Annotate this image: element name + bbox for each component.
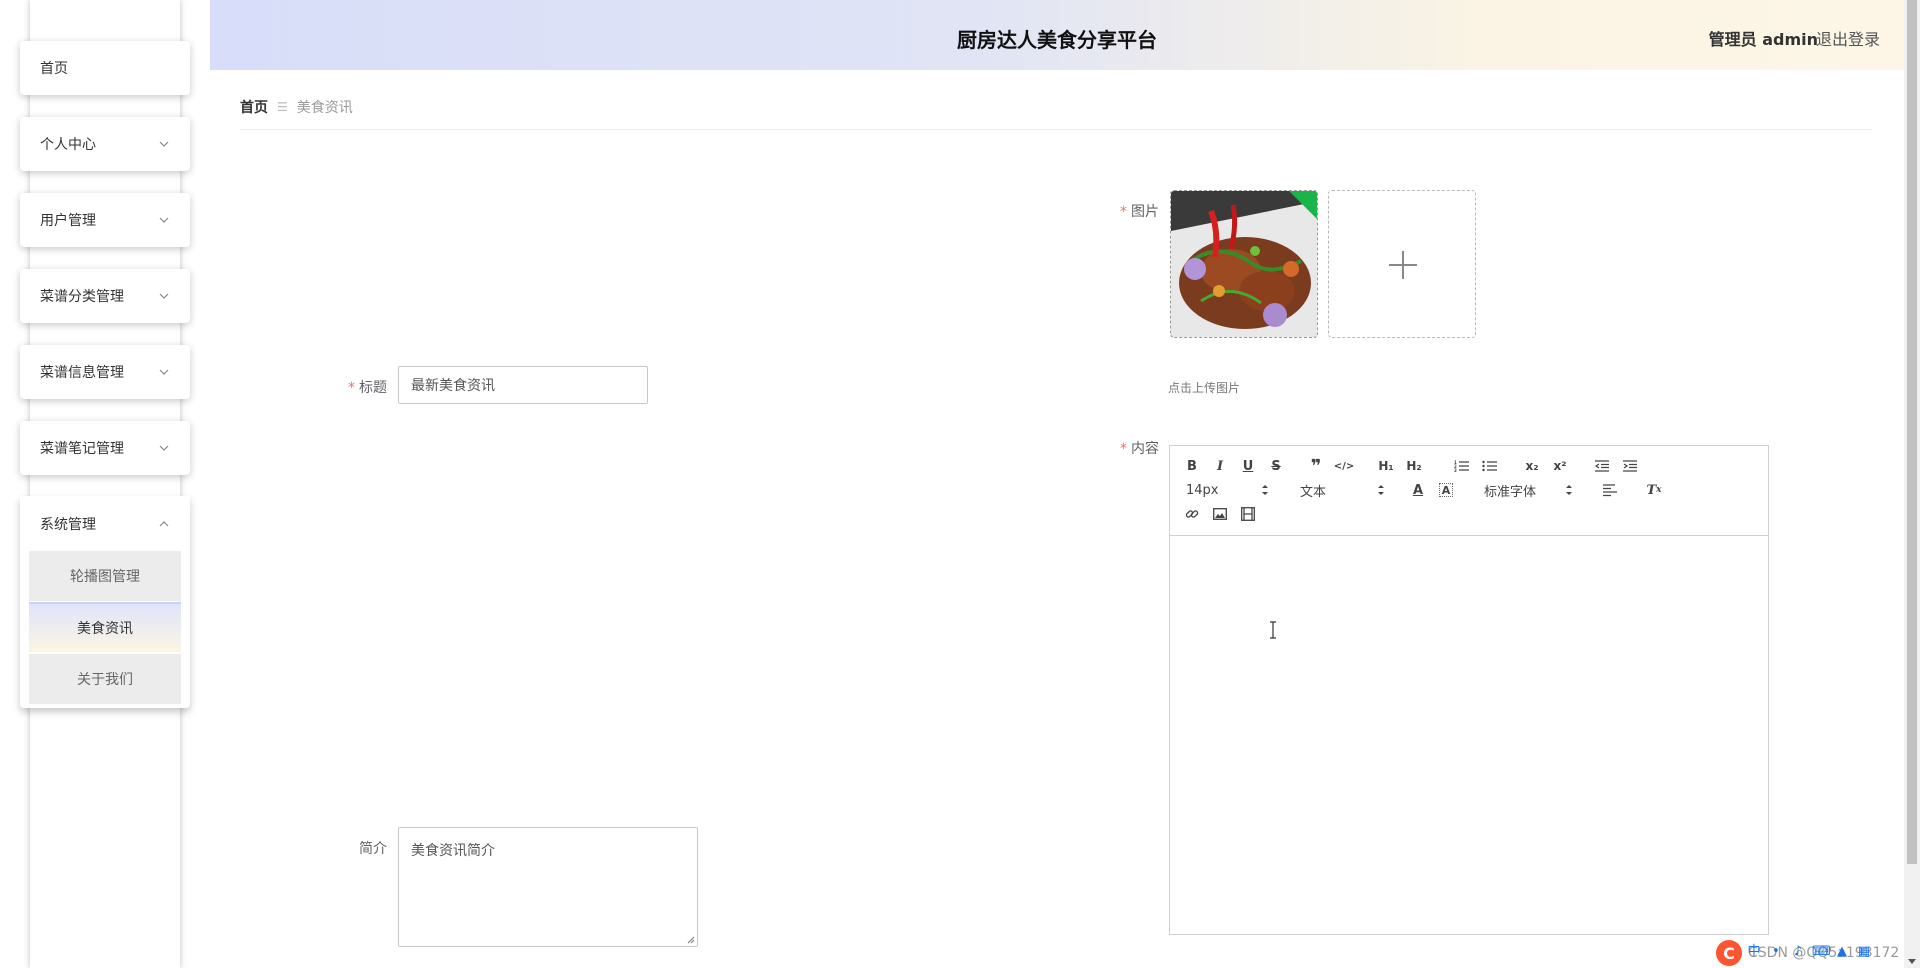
required-mark: * [1120, 441, 1127, 457]
sidebar-item-recipe-category[interactable]: 菜谱分类管理 [20, 269, 190, 323]
code-block-icon[interactable]: </> [1334, 456, 1354, 476]
chevron-down-icon [158, 366, 170, 378]
editor-content-area[interactable] [1170, 537, 1768, 934]
strikethrough-icon[interactable]: S [1266, 456, 1286, 476]
sidebar-item-system[interactable]: 系统管理 [20, 497, 190, 551]
chevron-down-icon [158, 214, 170, 226]
submenu-item-label: 轮播图管理 [70, 569, 140, 585]
align-icon[interactable] [1600, 480, 1620, 500]
header-select[interactable]: 文本 [1300, 480, 1384, 500]
heading1-icon[interactable]: H₁ [1376, 456, 1396, 476]
underline-icon[interactable]: U [1238, 456, 1258, 476]
video-icon[interactable] [1238, 504, 1258, 524]
indent-icon[interactable] [1620, 456, 1640, 476]
sidebar-item-label: 个人中心 [40, 137, 96, 153]
clear-format-icon[interactable]: Tx [1644, 480, 1664, 500]
keyboard-icon[interactable]: ⌨ [1812, 944, 1831, 960]
breadcrumb: 首页 ☰ 美食资讯 [240, 97, 353, 117]
font-color-icon[interactable]: A [1408, 480, 1428, 500]
submenu-item-carousel[interactable]: 轮播图管理 [29, 551, 181, 601]
select-arrows-icon [1262, 485, 1268, 495]
ordered-list-icon[interactable]: 123 [1452, 456, 1472, 476]
image-icon[interactable] [1210, 504, 1230, 524]
scroll-down-arrow-icon[interactable] [1908, 959, 1916, 964]
breadcrumb-current: 美食资讯 [296, 100, 353, 116]
vertical-scrollbar[interactable] [1904, 0, 1920, 968]
text-cursor-icon [1270, 621, 1276, 639]
sidebar-item-recipe-notes[interactable]: 菜谱笔记管理 [20, 421, 190, 475]
subscript-icon[interactable]: x₂ [1522, 456, 1542, 476]
select-arrows-icon [1378, 485, 1384, 495]
sidebar-item-label: 系统管理 [40, 517, 96, 533]
chevron-down-icon [158, 138, 170, 150]
sidebar-item-home[interactable]: 首页 [20, 41, 190, 95]
sidebar-item-label: 用户管理 [40, 213, 96, 229]
editor-toolbar: B I U S ❞ </> H₁ H₂ 123 x₂ x² 14px 文本 A [1170, 446, 1768, 536]
italic-icon[interactable]: I [1210, 456, 1230, 476]
svg-text:3: 3 [1454, 468, 1457, 473]
blockquote-icon[interactable]: ❞ [1306, 456, 1326, 477]
submenu-item-label: 美食资讯 [77, 621, 133, 637]
upload-tip: 点击上传图片 [1168, 381, 1241, 395]
breadcrumb-home[interactable]: 首页 [240, 97, 268, 117]
shirt-icon[interactable]: ▲ [1834, 944, 1850, 960]
chevron-down-icon [158, 290, 170, 302]
system-tray: 中 • ♪ ⌨ ▲ ▦ [1746, 944, 1872, 960]
required-mark: * [1120, 204, 1127, 220]
header-select-value: 文本 [1300, 484, 1327, 500]
chevron-up-icon [158, 518, 170, 530]
bullet-list-icon[interactable] [1480, 456, 1500, 476]
select-arrows-icon [1566, 485, 1572, 495]
sidebar-item-label: 菜谱信息管理 [40, 365, 124, 381]
logout-link[interactable]: 退出登录 [1816, 26, 1880, 50]
submenu-item-label: 关于我们 [77, 672, 133, 688]
image-label: * 图片 [1120, 204, 1159, 220]
font-family-select[interactable]: 标准字体 [1484, 480, 1572, 500]
sidebar-item-label: 菜谱分类管理 [40, 289, 124, 305]
microphone-icon[interactable]: ♪ [1790, 944, 1806, 960]
bold-icon[interactable]: B [1182, 456, 1202, 476]
csdn-logo-icon: C [1716, 940, 1742, 966]
sidebar: 首页 个人中心 用户管理 菜谱分类管理 菜谱信息管理 菜谱笔记管理 轮播图管理 … [0, 0, 210, 968]
resize-handle-icon[interactable] [687, 936, 695, 944]
sidebar-item-personal-center[interactable]: 个人中心 [20, 117, 190, 171]
background-color-icon[interactable]: A [1439, 483, 1453, 497]
app-title: 厨房达人美食分享平台 [957, 28, 1157, 52]
link-icon[interactable] [1182, 504, 1202, 524]
plus-icon-vertical [1402, 251, 1404, 279]
ime-icon[interactable]: 中 [1746, 944, 1762, 960]
title-label: * 标题 [348, 380, 387, 396]
title-input[interactable]: 最新美食资讯 [398, 366, 648, 404]
sidebar-item-label: 菜谱笔记管理 [40, 441, 124, 457]
breadcrumb-divider [240, 129, 1872, 130]
uploaded-food-image[interactable] [1170, 190, 1318, 338]
breadcrumb-separator: ☰ [277, 100, 288, 114]
summary-label: 简介 [359, 841, 387, 857]
sidebar-item-label: 首页 [40, 61, 68, 77]
sidebar-item-recipe-info[interactable]: 菜谱信息管理 [20, 345, 190, 399]
required-mark: * [348, 380, 355, 396]
superscript-icon[interactable]: x² [1550, 456, 1570, 476]
top-header: 厨房达人美食分享平台 管理员 admin 退出登录 [210, 0, 1904, 70]
punctuation-icon[interactable]: • [1768, 944, 1784, 960]
submenu-item-about-us[interactable]: 关于我们 [29, 654, 181, 704]
chevron-down-icon [158, 442, 170, 454]
title-input-value: 最新美食资讯 [411, 378, 495, 394]
upload-image-button[interactable] [1328, 190, 1476, 338]
summary-textarea-value: 美食资讯简介 [411, 843, 495, 859]
summary-textarea[interactable]: 美食资讯简介 [398, 827, 698, 947]
font-size-select[interactable]: 14px [1186, 480, 1268, 500]
food-photo [1171, 191, 1317, 337]
submenu-item-food-news[interactable]: 美食资讯 [29, 602, 181, 652]
grid-icon[interactable]: ▦ [1856, 944, 1872, 960]
heading2-icon[interactable]: H₂ [1404, 456, 1424, 476]
user-label: 管理员 admin [1708, 30, 1818, 49]
font-size-select-value: 14px [1186, 482, 1219, 498]
font-family-select-value: 标准字体 [1484, 484, 1537, 500]
sidebar-item-user-management[interactable]: 用户管理 [20, 193, 190, 247]
content-label: * 内容 [1120, 441, 1159, 457]
rich-text-editor[interactable]: B I U S ❞ </> H₁ H₂ 123 x₂ x² 14px 文本 A [1169, 445, 1769, 935]
outdent-icon[interactable] [1592, 456, 1612, 476]
scrollbar-thumb[interactable] [1907, 0, 1917, 864]
